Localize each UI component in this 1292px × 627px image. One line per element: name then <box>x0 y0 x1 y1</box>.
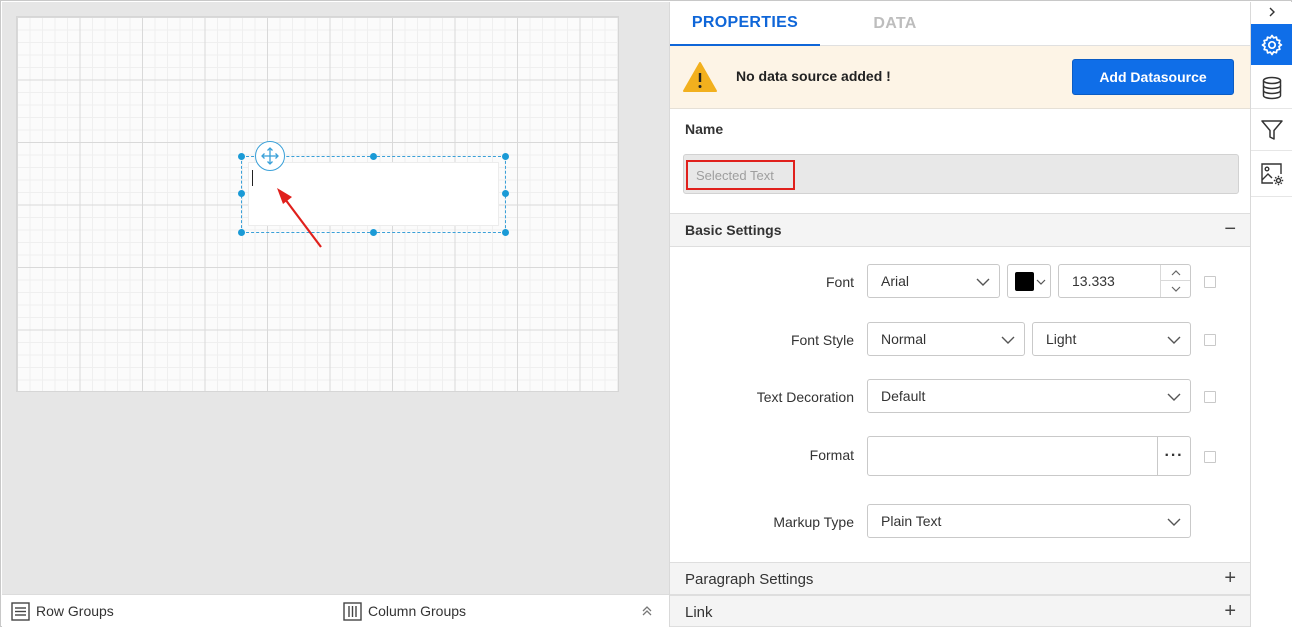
resize-handle-right[interactable] <box>502 190 509 197</box>
warning-icon <box>683 62 717 92</box>
chevron-down-icon <box>1171 286 1180 292</box>
name-label: Name <box>685 121 724 137</box>
tab-properties[interactable]: PROPERTIES <box>670 2 820 46</box>
no-datasource-message: No data source added ! <box>736 68 891 84</box>
panel-tabs: PROPERTIES DATA <box>670 2 1250 46</box>
font-weight-value: Light <box>1046 331 1077 347</box>
chevron-down-icon <box>1167 336 1181 344</box>
image-settings-icon <box>1261 163 1284 186</box>
text-decoration-checkbox[interactable] <box>1204 391 1216 403</box>
column-groups-label: Column Groups <box>368 603 467 619</box>
font-color-swatch <box>1015 272 1034 291</box>
spin-buttons <box>1160 265 1190 297</box>
font-weight-dropdown[interactable]: Light <box>1032 322 1191 356</box>
font-family-value: Arial <box>881 273 910 289</box>
column-groups-button[interactable]: Column Groups <box>343 595 466 627</box>
increment-button[interactable] <box>1161 265 1190 281</box>
add-datasource-button[interactable]: Add Datasource <box>1072 59 1234 95</box>
resize-handle-left[interactable] <box>238 190 245 197</box>
text-decoration-dropdown[interactable]: Default <box>867 379 1191 413</box>
markup-type-label: Markup Type <box>773 514 854 530</box>
chevron-down-icon <box>1167 518 1181 526</box>
double-chevron-up-icon <box>642 606 652 616</box>
collapse-panel-button[interactable] <box>1251 2 1292 22</box>
no-datasource-banner: No data source added ! Add Datasource <box>670 46 1250 109</box>
column-groups-icon <box>343 601 362 621</box>
chevron-right-icon <box>1269 7 1275 17</box>
filter-icon <box>1261 120 1283 140</box>
font-checkbox[interactable] <box>1204 276 1216 288</box>
resize-handle-top-left[interactable] <box>238 153 245 160</box>
basic-settings-header[interactable]: Basic Settings − <box>670 213 1250 247</box>
resize-handle-bottom[interactable] <box>370 229 377 236</box>
database-icon <box>1262 76 1282 100</box>
resize-handle-top-right[interactable] <box>502 153 509 160</box>
design-area[interactable] <box>2 2 669 594</box>
filter-rail-button[interactable] <box>1251 110 1292 151</box>
tab-data[interactable]: DATA <box>820 2 970 46</box>
row-groups-label: Row Groups <box>36 603 114 619</box>
font-size-value: 13.333 <box>1072 273 1115 289</box>
paragraph-settings-header[interactable]: Paragraph Settings + <box>670 562 1250 595</box>
chevron-down-icon <box>1036 279 1046 285</box>
text-decoration-value: Default <box>881 388 926 404</box>
chevron-down-icon <box>976 278 990 286</box>
row-groups-button[interactable]: Row Groups <box>11 595 114 627</box>
format-label: Format <box>809 447 854 463</box>
name-field-value: Selected Text <box>696 168 774 183</box>
font-label: Font <box>825 274 854 290</box>
expand-group-panel-button[interactable] <box>640 595 660 627</box>
link-title: Link <box>685 604 713 621</box>
font-style-checkbox[interactable] <box>1204 334 1216 346</box>
basic-settings-title: Basic Settings <box>685 222 782 238</box>
format-more-button[interactable]: ··· <box>1157 437 1190 475</box>
paragraph-settings-title: Paragraph Settings <box>685 571 814 588</box>
data-rail-button[interactable] <box>1251 68 1292 109</box>
annotation-arrow-icon <box>277 188 322 248</box>
link-header[interactable]: Link + <box>670 595 1250 627</box>
text-caret <box>252 170 253 186</box>
properties-panel: PROPERTIES DATA No data source added ! A… <box>669 2 1250 627</box>
resize-handle-top[interactable] <box>370 153 377 160</box>
font-style-label: Font Style <box>790 332 854 348</box>
resize-handle-bottom-right[interactable] <box>502 229 509 236</box>
image-settings-rail-button[interactable] <box>1251 152 1292 197</box>
row-groups-icon <box>11 601 30 621</box>
resize-handle-bottom-left[interactable] <box>238 229 245 236</box>
format-checkbox[interactable] <box>1204 451 1216 463</box>
gear-icon <box>1261 34 1283 55</box>
expand-icon[interactable]: + <box>1224 600 1236 622</box>
markup-type-value: Plain Text <box>881 513 942 529</box>
chevron-down-icon <box>1001 336 1015 344</box>
group-bar: Row Groups Column Groups <box>2 594 669 627</box>
collapse-icon[interactable]: − <box>1224 218 1236 240</box>
side-rail <box>1250 2 1292 627</box>
decrement-button[interactable] <box>1161 281 1190 297</box>
chevron-up-icon <box>1171 269 1180 275</box>
font-style-value: Normal <box>881 331 927 347</box>
font-color-picker[interactable] <box>1007 264 1051 298</box>
text-decoration-label: Text Decoration <box>756 389 854 405</box>
font-family-dropdown[interactable]: Arial <box>867 264 1000 298</box>
markup-type-dropdown[interactable]: Plain Text <box>867 504 1191 538</box>
move-icon[interactable] <box>255 141 285 171</box>
report-designer: Row Groups Column Groups PROPERTIES DATA <box>0 0 1292 627</box>
font-size-stepper[interactable]: 13.333 <box>1058 264 1191 298</box>
font-style-dropdown[interactable]: Normal <box>867 322 1025 356</box>
chevron-down-icon <box>1167 393 1181 401</box>
properties-rail-button[interactable] <box>1251 24 1292 65</box>
expand-icon[interactable]: + <box>1224 567 1236 589</box>
format-input[interactable]: ··· <box>867 436 1191 476</box>
